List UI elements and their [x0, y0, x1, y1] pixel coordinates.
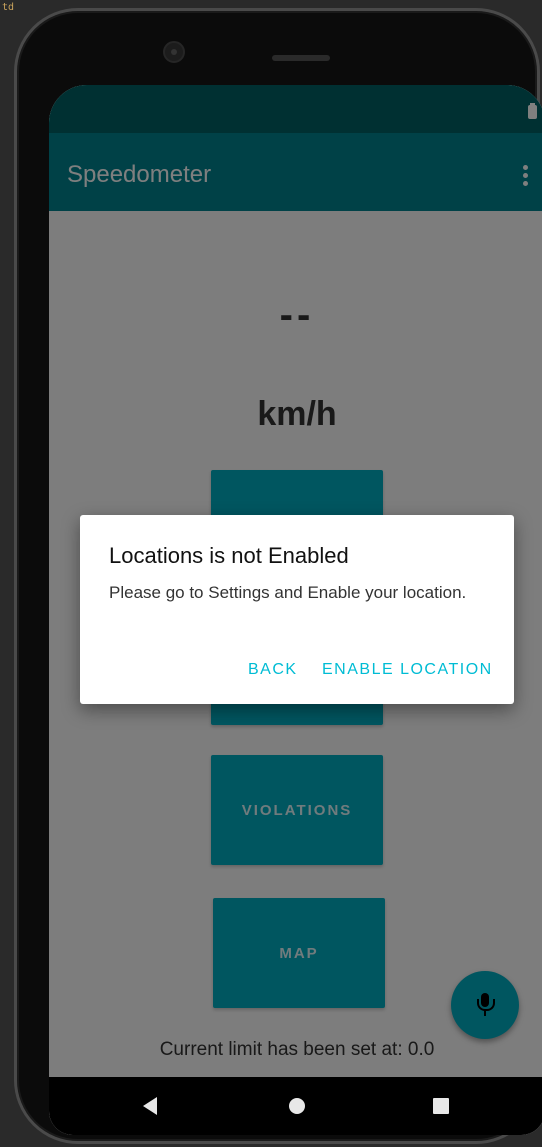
dialog-message: Please go to Settings and Enable your lo…: [109, 583, 467, 602]
navigation-bar: [49, 1077, 542, 1135]
screen: Speedometer -- km/h VIOLATIONS MAP Curre…: [49, 85, 542, 1135]
camera-icon: [163, 41, 185, 63]
corner-text: td: [2, 2, 15, 13]
nav-home-icon[interactable]: [289, 1098, 305, 1114]
speaker-grille: [272, 55, 330, 61]
enable-location-button[interactable]: ENABLE LOCATION: [322, 661, 493, 679]
dialog-back-button[interactable]: BACK: [248, 661, 298, 679]
nav-recents-icon[interactable]: [433, 1098, 449, 1114]
location-dialog: Locations is not Enabled Please go to Se…: [80, 515, 514, 704]
nav-back-icon[interactable]: [143, 1097, 157, 1115]
dialog-title: Locations is not Enabled: [109, 543, 349, 568]
phone-frame: Speedometer -- km/h VIOLATIONS MAP Curre…: [14, 8, 542, 1144]
